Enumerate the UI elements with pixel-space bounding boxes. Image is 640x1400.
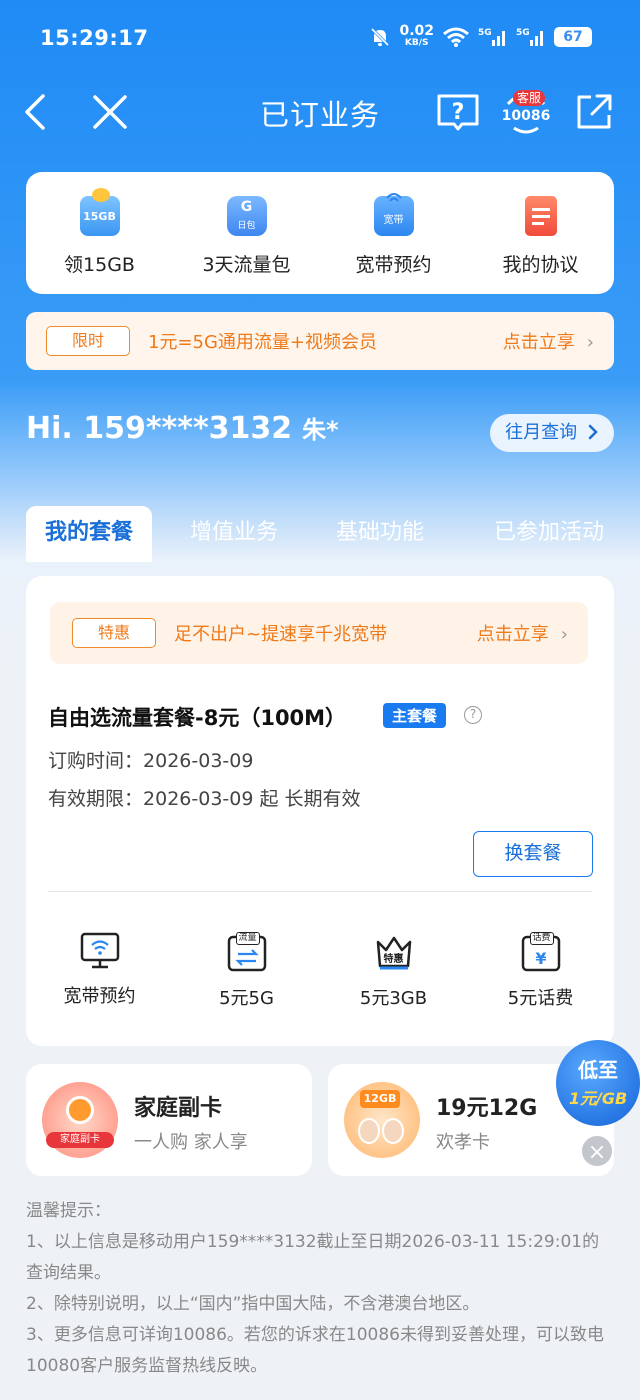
mini-card-subtitle: 一人购 家人享 bbox=[134, 1132, 248, 1153]
change-plan-button[interactable]: 换套餐 bbox=[473, 831, 593, 877]
plan-name: 自由选流量套餐-8元（100M） bbox=[48, 706, 347, 730]
svg-text:5G: 5G bbox=[516, 28, 530, 38]
service-number: 10086 bbox=[501, 108, 551, 124]
quick-action-label: 领15GB bbox=[64, 254, 135, 276]
feature-5g[interactable]: 流量 5元5G bbox=[173, 932, 320, 1010]
history-query-button[interactable]: 往月查询 bbox=[490, 414, 614, 452]
quick-action-label: 宽带预约 bbox=[355, 254, 432, 276]
wifi-icon bbox=[443, 27, 469, 47]
tab-my-plan[interactable]: 我的套餐 bbox=[26, 506, 152, 562]
share-button[interactable] bbox=[570, 88, 618, 136]
order-time: 订购时间：2026-03-09 bbox=[48, 750, 254, 772]
user-greeting: Hi. 159****3132 朱* bbox=[26, 411, 339, 446]
floating-promo-badge[interactable]: 低至 1元/GB bbox=[556, 1040, 640, 1126]
user-name: 朱* bbox=[302, 416, 339, 444]
15gb-gift-icon: 15GB bbox=[79, 188, 120, 236]
phone-credit-icon: ¥ 话费 bbox=[521, 932, 561, 972]
promo-banner[interactable]: 限时 1元=5G通用流量+视频会员 点击立享 › bbox=[26, 312, 614, 370]
quick-actions-card: 15GB 领15GB G 日包 3天流量包 宽带 宽带预约 我的协议 bbox=[26, 172, 614, 294]
day-pack-icon: G 日包 bbox=[226, 196, 267, 236]
quick-action-broadband[interactable]: 宽带 宽带预约 bbox=[320, 172, 467, 294]
promo-tag: 限时 bbox=[46, 326, 130, 356]
broadband-icon: 宽带 bbox=[373, 193, 414, 236]
user-phone: 159****3132 bbox=[83, 411, 293, 446]
divider bbox=[48, 891, 592, 892]
share-icon bbox=[577, 94, 612, 129]
tab-value-added[interactable]: 增值业务 bbox=[174, 506, 294, 562]
mute-bell-icon bbox=[371, 27, 390, 46]
status-icons: 0.02 KB/S 5G 5G 67 bbox=[369, 24, 592, 49]
svg-text:¥: ¥ bbox=[535, 949, 546, 968]
svg-text:5G: 5G bbox=[478, 28, 492, 38]
main-plan-badge: 主套餐 bbox=[383, 703, 447, 728]
family-card-icon: 家庭副卡 bbox=[42, 1082, 118, 1158]
quick-action-label: 3天流量包 bbox=[202, 254, 291, 276]
quick-action-3day-pack[interactable]: G 日包 3天流量包 bbox=[173, 172, 320, 294]
signal-5g-icon: 5G bbox=[478, 28, 505, 46]
broadband-tv-icon bbox=[80, 932, 119, 969]
tab-bar: 我的套餐 增值业务 基础功能 已参加活动 bbox=[26, 506, 626, 562]
network-speed: 0.02 KB/S bbox=[399, 23, 434, 48]
plan-card: 特惠 足不出户~提速享千兆宽带 点击立享 › 自由选流量套餐-8元（100M） 主… bbox=[26, 576, 614, 1046]
chevron-right-icon: › bbox=[560, 624, 568, 645]
tab-joined-activities[interactable]: 已参加活动 bbox=[474, 506, 624, 562]
feature-credit[interactable]: ¥ 话费 5元话费 bbox=[467, 932, 614, 1010]
promo-tag: 特惠 bbox=[72, 618, 156, 648]
chevron-right-icon bbox=[588, 424, 598, 440]
quick-action-15gb[interactable]: 15GB 领15GB bbox=[26, 172, 173, 294]
help-button[interactable]: ? bbox=[434, 88, 482, 136]
signal-5g-icon-2: 5G bbox=[516, 28, 543, 46]
close-icon[interactable]: × bbox=[580, 1134, 614, 1168]
close-icon bbox=[93, 95, 127, 129]
quick-action-label: 我的协议 bbox=[502, 254, 579, 276]
service-badge: 客服 bbox=[513, 90, 546, 106]
tips-section: 温馨提示： 1、以上信息是移动用户159****3132截止至日期2026-03… bbox=[26, 1196, 616, 1382]
feature-3gb[interactable]: 特惠 5元3GB bbox=[320, 932, 467, 1010]
back-button[interactable] bbox=[12, 88, 60, 136]
status-time: 15:29:17 bbox=[40, 26, 149, 50]
mini-card-title: 家庭副卡 bbox=[134, 1096, 223, 1121]
customer-service-icon: 客服 10086 bbox=[500, 88, 552, 136]
feature-broadband[interactable]: 宽带预约 bbox=[26, 932, 173, 1008]
document-icon bbox=[524, 196, 557, 236]
question-icon[interactable]: ? bbox=[464, 706, 482, 724]
chevron-right-icon: › bbox=[586, 332, 594, 353]
promo-action[interactable]: 点击立享 › bbox=[503, 328, 594, 354]
tips-title: 温馨提示： bbox=[26, 1201, 111, 1221]
feature-label: 宽带预约 bbox=[63, 986, 136, 1007]
svg-text:?: ? bbox=[452, 100, 465, 125]
feature-label: 5元5G bbox=[219, 988, 274, 1009]
valid-period: 有效期限：2026-03-09 起 长期有效 bbox=[48, 788, 361, 810]
family-card-promo[interactable]: 家庭副卡 家庭副卡 一人购 家人享 bbox=[26, 1064, 312, 1176]
feature-label: 5元3GB bbox=[359, 988, 428, 1009]
promo-text: 1元=5G通用流量+视频会员 bbox=[148, 332, 378, 353]
tips-line: 1、以上信息是移动用户159****3132截止至日期2026-03-11 15… bbox=[26, 1232, 600, 1283]
chevron-left-icon bbox=[25, 94, 45, 130]
promo-action[interactable]: 点击立享 › bbox=[477, 620, 568, 646]
quick-action-my-agreement[interactable]: 我的协议 bbox=[467, 172, 614, 294]
close-button[interactable] bbox=[86, 88, 134, 136]
tab-basic-functions[interactable]: 基础功能 bbox=[320, 506, 440, 562]
feature-label: 5元话费 bbox=[507, 988, 574, 1009]
promo-text: 足不出户~提速享千兆宽带 bbox=[174, 624, 388, 645]
filial-card-icon: 12GB bbox=[344, 1082, 420, 1158]
plan-promo-banner[interactable]: 特惠 足不出户~提速享千兆宽带 点击立享 › bbox=[50, 602, 588, 664]
tips-line: 3、更多信息可详询10086。若您的诉求在10086未得到妥善处理，可以致电10… bbox=[26, 1325, 604, 1376]
mini-card-title: 19元12G bbox=[436, 1096, 538, 1121]
help-book-icon: ? bbox=[437, 94, 479, 131]
mini-card-subtitle: 欢孝卡 bbox=[436, 1132, 490, 1153]
crown-deal-icon: 特惠 bbox=[374, 932, 414, 972]
data-swap-icon: 流量 bbox=[227, 932, 267, 972]
tips-line: 2、除特别说明，以上“国内”指中国大陆，不含港澳台地区。 bbox=[26, 1294, 480, 1314]
battery-indicator: 67 bbox=[554, 26, 592, 47]
customer-service-button[interactable]: 客服 10086 bbox=[500, 88, 552, 136]
